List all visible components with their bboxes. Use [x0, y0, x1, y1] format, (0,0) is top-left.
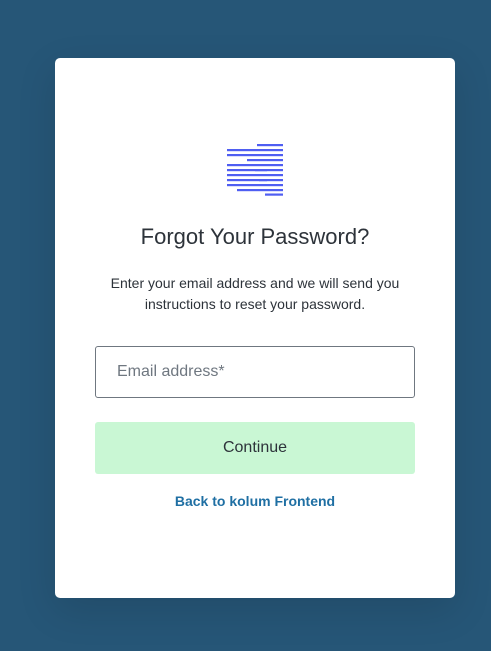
page-title: Forgot Your Password? — [140, 224, 370, 249]
instructions-text: Enter your email address and we will sen… — [110, 275, 400, 312]
forgot-password-card: Forgot Your Password? Enter your email a… — [55, 58, 455, 598]
email-input[interactable] — [96, 347, 414, 397]
logo-icon — [227, 144, 283, 196]
continue-button[interactable]: Continue — [95, 422, 415, 474]
back-to-app-link[interactable]: Back to kolum Frontend — [55, 493, 455, 509]
email-field[interactable] — [95, 346, 415, 398]
